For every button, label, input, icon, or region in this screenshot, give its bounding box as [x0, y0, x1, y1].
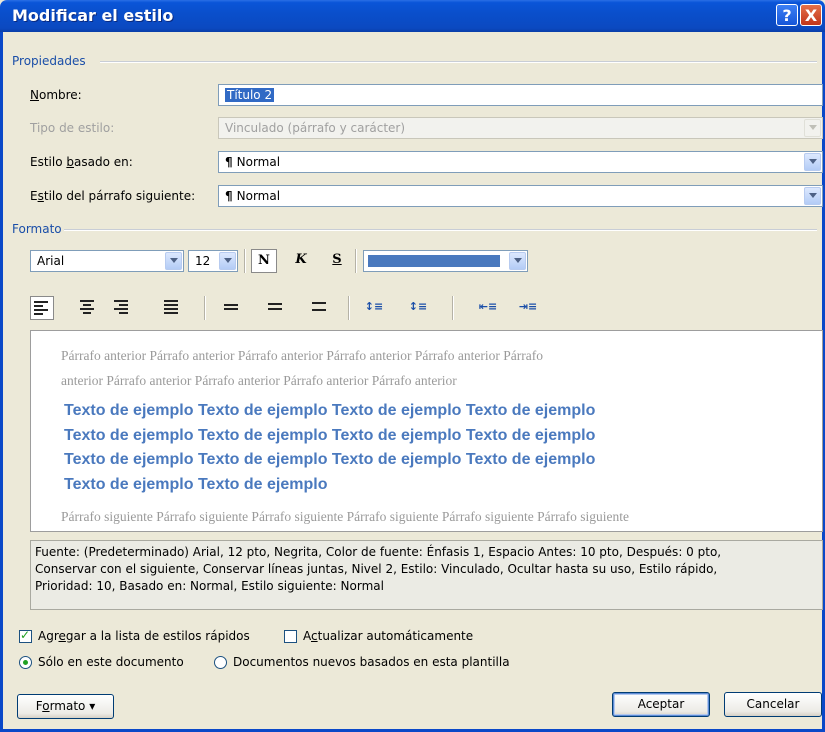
chevron-down-icon[interactable]	[804, 187, 821, 205]
auto-update-label[interactable]: Actualizar automáticamente	[303, 629, 473, 643]
align-center-button[interactable]	[76, 296, 100, 320]
pilcrow-icon: ¶	[225, 155, 233, 169]
toolbar-separator	[355, 249, 357, 273]
justify-button[interactable]	[160, 296, 184, 320]
format-section-label: Formato	[12, 222, 62, 236]
new-documents-label[interactable]: Documentos nuevos basados en esta planti…	[233, 655, 510, 669]
align-right-icon	[114, 300, 130, 314]
format-divider	[64, 229, 817, 231]
dropdown-arrow-icon: ▾	[89, 699, 96, 713]
name-field[interactable]: Título 2	[218, 84, 823, 106]
align-left-button[interactable]	[30, 296, 54, 320]
double-spacing-icon	[312, 302, 328, 316]
chevron-down-icon[interactable]	[219, 252, 236, 270]
window-title: Modificar el estilo	[12, 6, 174, 25]
sample-text-line: Texto de ejemplo Texto de ejemplo	[64, 475, 328, 493]
sample-text-line: Texto de ejemplo Texto de ejemplo Texto …	[64, 451, 596, 468]
font-size-value: 12	[195, 254, 211, 268]
font-name-select[interactable]: Arial	[30, 250, 184, 272]
decrease-indent-icon: ⇤≡	[478, 300, 498, 313]
space-before-button[interactable]: ↕≡	[362, 296, 386, 320]
underline-button[interactable]: S	[326, 249, 348, 273]
italic-button[interactable]: K	[290, 249, 312, 273]
toolbar-separator	[452, 296, 454, 320]
based-on-select[interactable]: ¶ Normal	[218, 151, 823, 173]
style-type-label: Tipo de estilo:	[30, 121, 115, 135]
decrease-indent-button[interactable]: ⇤≡	[476, 296, 500, 320]
color-swatch	[368, 255, 500, 267]
toolbar-separator	[244, 249, 246, 273]
based-on-value: Normal	[236, 155, 281, 169]
space-after-button[interactable]: ↕≡	[406, 296, 430, 320]
chevron-down-icon[interactable]	[165, 252, 182, 270]
next-paragraph-line: Párrafo siguiente Párrafo siguiente Párr…	[61, 509, 629, 524]
description-line: Conservar con el siguiente, Conservar lí…	[35, 562, 718, 576]
properties-divider	[100, 61, 817, 63]
close-button[interactable]: X	[800, 4, 822, 26]
font-size-select[interactable]: 12	[188, 250, 238, 272]
toolbar-separator	[348, 296, 350, 320]
style-type-value: Vinculado (párrafo y carácter)	[225, 121, 406, 135]
increase-indent-button[interactable]: ⇥≡	[516, 296, 540, 320]
font-color-select[interactable]	[363, 250, 528, 272]
description-line: Prioridad: 10, Basado en: Normal, Estilo…	[35, 579, 384, 593]
only-this-document-label[interactable]: Sólo en este documento	[38, 655, 184, 669]
double-spacing-button[interactable]	[308, 296, 332, 320]
justify-icon	[164, 300, 180, 314]
help-button[interactable]: ?	[776, 4, 798, 26]
toolbar-separator	[204, 296, 206, 320]
next-style-value: Normal	[236, 189, 281, 203]
name-label: Nombre:	[30, 88, 82, 102]
previous-paragraph-line: Párrafo anterior Párrafo anterior Párraf…	[61, 348, 544, 363]
style-description: Fuente: (Predeterminado) Arial, 12 pto, …	[30, 540, 823, 610]
pilcrow-icon: ¶	[225, 189, 233, 203]
chevron-down-icon[interactable]	[804, 153, 821, 171]
quick-styles-label[interactable]: Agregar a la lista de estilos rápidos	[38, 629, 250, 643]
name-field-value: Título 2	[225, 88, 275, 102]
only-this-document-radio[interactable]	[19, 656, 32, 669]
next-style-label: Estilo del párrafo siguiente:	[30, 189, 196, 203]
sample-text: Texto de ejemplo Texto de ejemplo Texto …	[64, 399, 764, 497]
ok-button[interactable]: Aceptar	[612, 692, 710, 717]
description-line: Fuente: (Predeterminado) Arial, 12 pto, …	[35, 545, 722, 559]
quick-styles-checkbox[interactable]	[19, 628, 32, 643]
chevron-down-icon	[804, 119, 821, 137]
align-left-icon	[34, 301, 50, 315]
new-documents-radio[interactable]	[214, 656, 227, 669]
spacing-increase-icon: ↕≡	[364, 300, 384, 313]
chevron-down-icon[interactable]	[509, 252, 526, 270]
window-border-left	[0, 32, 3, 732]
properties-section-label: Propiedades	[12, 54, 86, 68]
font-name-value: Arial	[37, 254, 65, 268]
format-menu-button[interactable]: Formato ▾	[17, 694, 114, 719]
auto-update-checkbox[interactable]	[284, 630, 297, 643]
previous-paragraph-line: anterior Párrafo anterior Párrafo anteri…	[61, 373, 457, 388]
align-right-button[interactable]	[110, 296, 134, 320]
bold-button[interactable]: N	[251, 249, 277, 273]
single-spacing-icon	[224, 304, 240, 318]
style-type-select: Vinculado (párrafo y carácter)	[218, 117, 823, 139]
one-half-spacing-button[interactable]	[264, 296, 288, 320]
increase-indent-icon: ⇥≡	[518, 300, 538, 313]
single-spacing-button[interactable]	[220, 296, 244, 320]
based-on-label: Estilo basado en:	[30, 155, 133, 169]
cancel-button[interactable]: Cancelar	[724, 692, 822, 717]
next-style-select[interactable]: ¶ Normal	[218, 185, 823, 207]
align-center-icon	[80, 300, 96, 314]
sample-text-line: Texto de ejemplo Texto de ejemplo Texto …	[64, 402, 596, 419]
sample-text-line: Texto de ejemplo Texto de ejemplo Texto …	[64, 426, 596, 444]
spacing-decrease-icon: ↕≡	[408, 300, 428, 313]
style-preview: Párrafo anterior Párrafo anterior Párraf…	[30, 330, 823, 532]
one-half-spacing-icon	[268, 303, 284, 317]
